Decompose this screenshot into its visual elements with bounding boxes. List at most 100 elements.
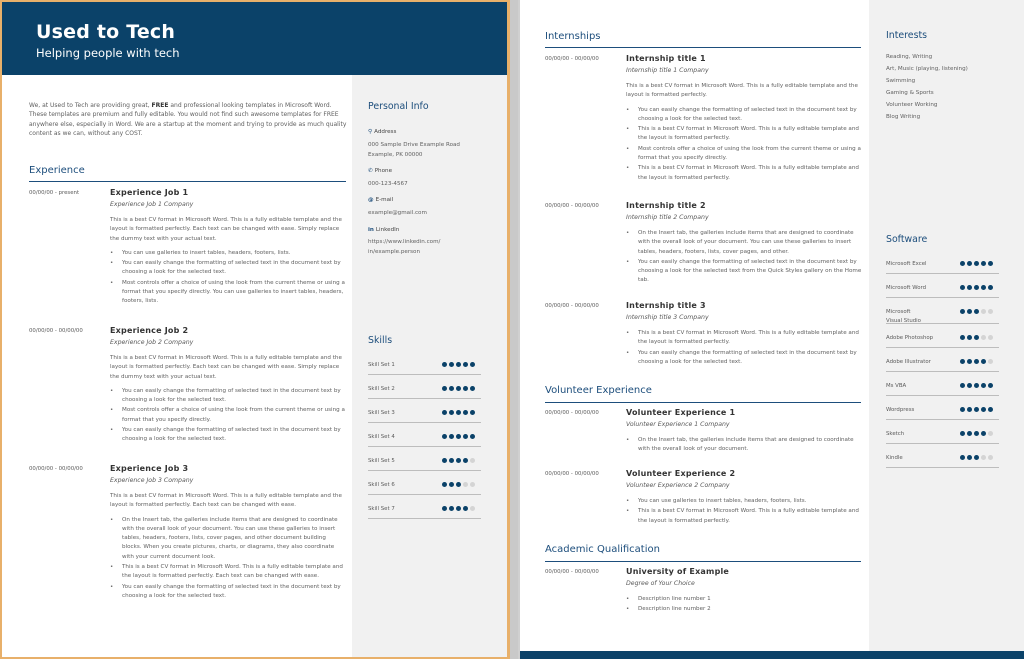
rating-dot-filled	[442, 410, 447, 415]
entry-company: Internship title 2 Company	[626, 214, 709, 221]
rating-dot-filled	[988, 285, 993, 290]
rating-dot-filled	[974, 285, 979, 290]
rating-dot-filled	[470, 386, 475, 391]
linkedin-line-2: in/example.person	[368, 249, 421, 255]
bullet-item: Most controls offer a choice of using th…	[626, 145, 862, 164]
rating-dot-filled	[974, 455, 979, 460]
rating-dot-filled	[960, 285, 965, 290]
rating-row: Sketch	[886, 426, 999, 444]
interest-item: Gaming & Sports	[886, 90, 934, 96]
rating-dot-filled	[442, 506, 447, 511]
bullet-item: This is a best CV format in Microsoft Wo…	[626, 125, 862, 144]
rating-dot-filled	[967, 455, 972, 460]
entry-title: Volunteer Experience 1	[626, 408, 736, 417]
rating-name: Kindle	[886, 455, 903, 461]
rating-dot-empty	[988, 455, 993, 460]
email-label-text: E-mail	[375, 197, 394, 203]
experience-heading: Experience	[29, 165, 85, 176]
bullet-item: You can easily change the formatting of …	[626, 106, 862, 125]
rating-dot-filled	[470, 362, 475, 367]
rating-row: Kindle	[886, 450, 999, 468]
interest-item: Art, Music (playing, listening)	[886, 66, 968, 72]
rating-name: Microsoft Excel	[886, 261, 927, 267]
location-pin-icon: ⚲	[368, 129, 373, 135]
bullet-item: You can easily change the formatting of …	[626, 258, 862, 286]
rating-row: Ms VBA	[886, 378, 999, 396]
rating-dot-filled	[974, 335, 979, 340]
entry-dates: 00/00/00 - 00/00/00	[545, 471, 599, 477]
rating-name: Skill Set 6	[368, 482, 395, 488]
entry-bullets: On the Insert tab, the galleries include…	[110, 516, 346, 602]
rating-name: Skill Set 1	[368, 362, 395, 368]
rating-dot-filled	[960, 261, 965, 266]
rating-dot-filled	[449, 362, 454, 367]
entry-title: Experience Job 3	[110, 464, 189, 473]
entry-company: Degree of Your Choice	[626, 580, 695, 587]
rating-row: Wordpress	[886, 402, 999, 420]
bullet-item: Most controls offer a choice of using th…	[110, 279, 346, 307]
rating-dot-empty	[981, 455, 986, 460]
rating-row: Skill Set 6	[368, 477, 481, 495]
rating-dot-filled	[967, 285, 972, 290]
rating-row: Skill Set 4	[368, 429, 481, 447]
entry-body: Internship title 3 Internship title 3 Com…	[626, 301, 862, 368]
rating-dot-filled	[456, 386, 461, 391]
bullet-item: This is a best CV format in Microsoft Wo…	[626, 329, 862, 348]
rating-dot-filled	[988, 407, 993, 412]
entry-title: Internship title 1	[626, 54, 706, 63]
rating-row: Adobe Photoshop	[886, 330, 999, 348]
entry-bullets: Description line number 1Description lin…	[626, 595, 862, 615]
rating-dot-empty	[988, 309, 993, 314]
rating-dot-filled	[456, 434, 461, 439]
linkedin-label: in LinkedIn	[368, 227, 399, 233]
bullet-item: On the Insert tab, the galleries include…	[626, 436, 862, 455]
entry-company: Internship title 3 Company	[626, 314, 709, 321]
entry-title: Experience Job 2	[110, 326, 189, 335]
rating-name: Sketch	[886, 431, 905, 437]
rating-dot-filled	[449, 506, 454, 511]
rating-dot-filled	[960, 455, 965, 460]
rating-dot-filled	[974, 431, 979, 436]
entry-description: This is a best CV format in Microsoft Wo…	[110, 217, 342, 242]
entry-dates: 00/00/00 - 00/00/00	[545, 303, 599, 309]
address-line-2: Example, PK 00000	[368, 152, 423, 158]
company-subtitle: Helping people with tech	[36, 46, 180, 60]
rating-dot-filled	[974, 309, 979, 314]
rating-row: Microsoft Excel	[886, 256, 999, 274]
rating-dot-empty	[463, 482, 468, 487]
rating-name: Microsoft Visual Studio	[886, 309, 921, 324]
linkedin-line-1: https://www.linkedin.com/	[368, 239, 441, 245]
entry-description: This is a best CV format in Microsoft Wo…	[626, 83, 858, 99]
resume-page-2: Internships Volunteer Experience Academi…	[518, 0, 1024, 659]
rating-name: Skill Set 4	[368, 434, 395, 440]
entry-bullets: You can use galleries to insert tables, …	[110, 249, 346, 307]
bullet-item: You can easily change the formatting of …	[110, 426, 346, 445]
rating-dot-filled	[470, 410, 475, 415]
rating-dots	[442, 506, 475, 511]
rating-dot-empty	[470, 458, 475, 463]
email-value[interactable]: example@gmail.com	[368, 208, 427, 218]
personal-info-heading: Personal Info	[368, 101, 429, 112]
linkedin-value[interactable]: https://www.linkedin.com/in/example.pers…	[368, 237, 440, 257]
entry-dates: 00/00/00 - 00/00/00	[545, 203, 599, 209]
intro-text-1: We, at Used to Tech are providing great,	[29, 102, 152, 109]
rating-name: Skill Set 2	[368, 386, 395, 392]
rating-dot-filled	[981, 285, 986, 290]
entry-body: Experience Job 1 Experience Job 1 Company…	[110, 188, 346, 308]
rating-dot-filled	[981, 359, 986, 364]
entry-company: Experience Job 2 Company	[110, 339, 194, 346]
rating-dot-filled	[442, 434, 447, 439]
entry-title: Volunteer Experience 2	[626, 469, 736, 478]
rating-dot-filled	[463, 386, 468, 391]
rating-dot-filled	[449, 458, 454, 463]
entry-title: Internship title 3	[626, 301, 706, 310]
rating-name: Ms VBA	[886, 383, 907, 389]
rating-dot-filled	[960, 431, 965, 436]
rating-dot-filled	[981, 431, 986, 436]
entry-body: University of Example Degree of Your Choi…	[626, 567, 862, 616]
software-heading: Software	[886, 234, 928, 245]
rating-dots	[960, 407, 993, 412]
entry-title: Internship title 2	[626, 201, 706, 210]
rating-row: Skill Set 2	[368, 381, 481, 399]
rating-dot-filled	[442, 386, 447, 391]
